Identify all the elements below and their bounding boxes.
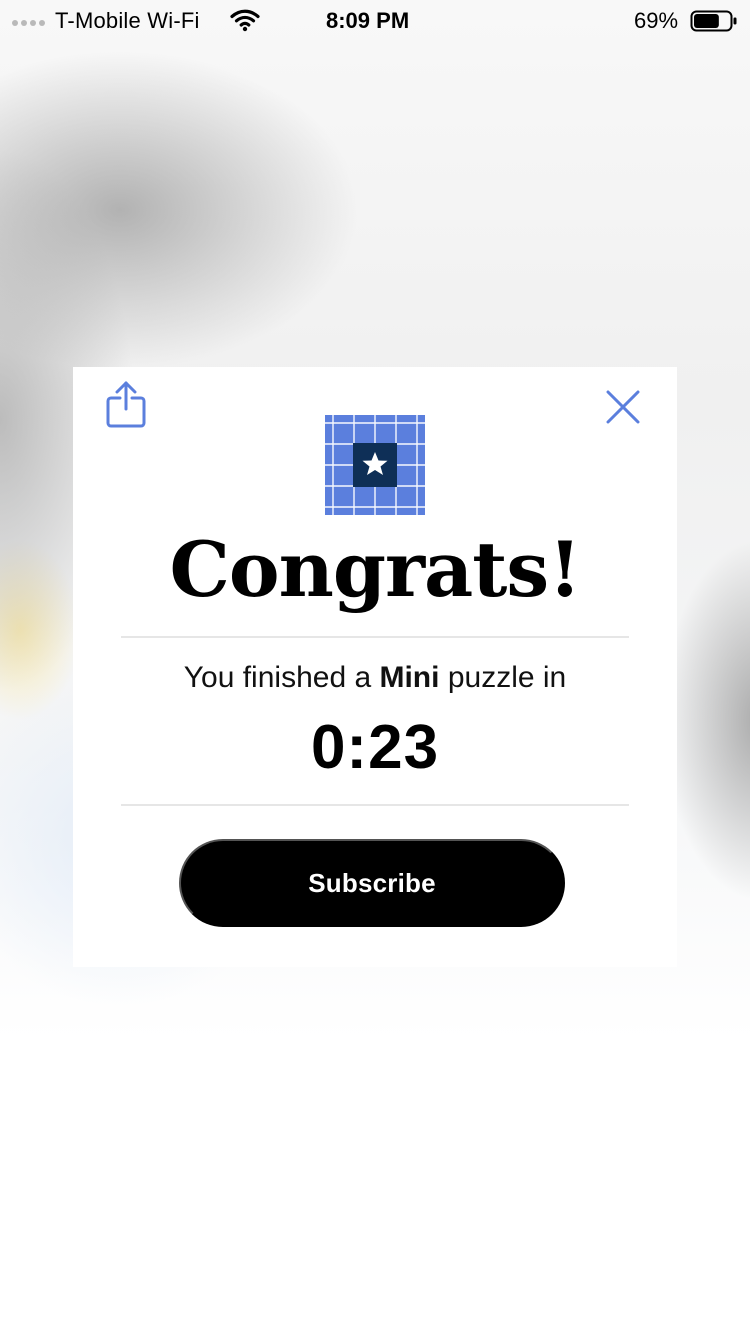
finish-message: You finished a Mini puzzle in (73, 660, 677, 696)
top-divider (121, 636, 629, 638)
battery-fill (694, 14, 719, 28)
elapsed-time: 0:23 (310, 713, 440, 782)
wifi-icon (230, 9, 260, 32)
bottom-divider (121, 804, 629, 806)
subscribe-button[interactable]: Subscribe (179, 839, 565, 927)
finish-message-highlight: Mini (379, 661, 440, 694)
mini-crossword-star-icon (325, 415, 425, 515)
finish-message-suffix: puzzle in (439, 661, 567, 694)
congrats-title: Congrats! (169, 525, 581, 614)
carrier-label: T-Mobile Wi-Fi (55, 8, 200, 33)
finish-message-prefix: You finished a (183, 661, 380, 694)
signal-dots-icon (12, 20, 45, 26)
status-time: 8:09 PM (326, 8, 410, 33)
status-bar: T-Mobile Wi-Fi 8:09 PM 69% (0, 0, 750, 40)
share-icon[interactable] (105, 381, 147, 429)
congrats-modal: Congrats! You finished a Mini puzzle in … (73, 367, 677, 967)
close-icon[interactable] (605, 389, 641, 425)
battery-icon (690, 10, 737, 32)
battery-percent: 69% (634, 8, 679, 33)
